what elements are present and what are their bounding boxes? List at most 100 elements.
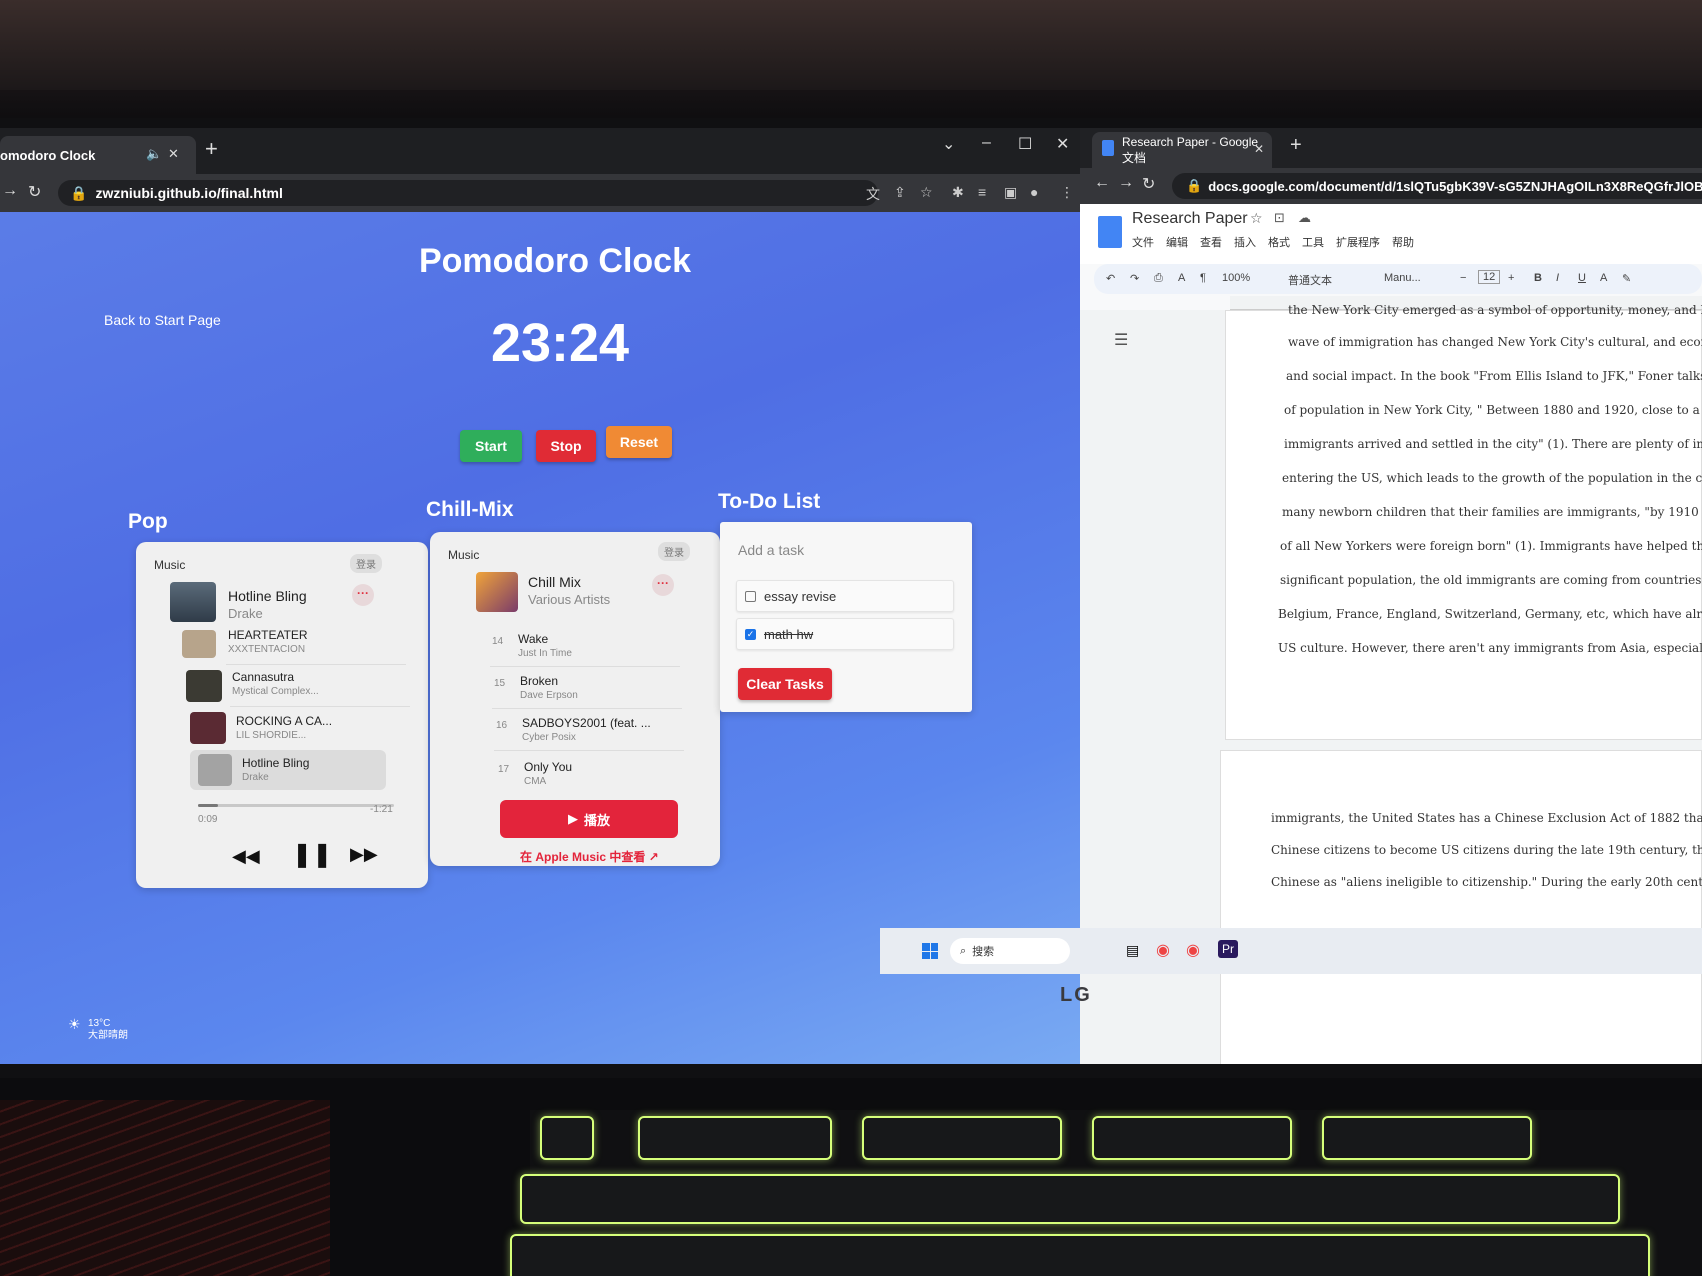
menu-view[interactable]: 查看 (1200, 234, 1222, 250)
chrome-active-icon[interactable]: ◉ (1186, 940, 1200, 960)
text-color-icon[interactable]: A (1600, 272, 1607, 284)
menu-kebab-icon[interactable]: ⋮ (1060, 184, 1074, 201)
star-icon[interactable]: ☆ (1250, 210, 1263, 227)
left-keyboard-glow (0, 1100, 330, 1276)
bookmark-star-icon[interactable]: ☆ (920, 184, 933, 201)
taskbar-search[interactable]: ⌕ 搜索 (950, 938, 1070, 964)
redo-icon[interactable]: ↷ (1130, 272, 1139, 285)
media-icon[interactable]: ≡ (978, 184, 986, 200)
sidepanel-icon[interactable]: ▣ (1004, 184, 1017, 201)
track-item[interactable]: Hotline Bling Drake (242, 756, 309, 783)
track-item[interactable]: Broken Dave Erpson (520, 674, 578, 701)
back-to-start-link[interactable]: Back to Start Page (104, 312, 221, 328)
apple-music-brand: Music (448, 548, 480, 562)
docs-logo-icon[interactable] (1098, 216, 1122, 248)
todo-item[interactable]: essay revise (736, 580, 954, 612)
task-checkbox-checked[interactable]: ✓ (745, 628, 756, 640)
minimize-icon[interactable]: – (982, 134, 991, 152)
todo-heading: To-Do List (718, 490, 821, 513)
highlight-icon[interactable]: ✎ (1622, 272, 1631, 285)
new-tab-icon[interactable]: + (1290, 134, 1302, 157)
now-playing-artist: Drake (228, 606, 263, 621)
menu-edit[interactable]: 编辑 (1166, 234, 1188, 250)
close-tab-icon[interactable]: ✕ (168, 146, 179, 162)
menu-file[interactable]: 文件 (1132, 234, 1154, 250)
new-tab-icon[interactable]: + (205, 136, 218, 162)
track-item[interactable]: Cannasutra Mystical Complex... (232, 670, 319, 697)
maximize-icon[interactable]: ☐ (1018, 134, 1032, 154)
italic-icon[interactable]: I (1556, 272, 1559, 284)
task-checkbox[interactable] (745, 590, 756, 602)
track-number: 17 (498, 764, 510, 775)
tab-search-icon[interactable]: ⌄ (942, 134, 955, 154)
document-page[interactable]: immigrants, the United States has a Chin… (1220, 750, 1702, 1064)
menu-help[interactable]: 帮助 (1392, 234, 1414, 250)
more-options-icon[interactable]: ··· (352, 584, 374, 606)
tab-pomodoro[interactable]: omodoro Clock 🔈 ✕ (0, 136, 196, 174)
todo-item[interactable]: ✓ math hw (736, 618, 954, 650)
pause-icon[interactable]: ❚❚ (292, 840, 332, 869)
decrease-font-icon[interactable]: − (1460, 272, 1466, 284)
share-icon[interactable]: ⇪ (894, 184, 906, 201)
back-icon[interactable]: ← (1094, 174, 1110, 192)
bold-icon[interactable]: B (1534, 272, 1542, 284)
menu-tools[interactable]: 工具 (1302, 234, 1324, 250)
print-icon[interactable]: ⎙ (1154, 272, 1163, 285)
windows-start-icon[interactable] (922, 943, 938, 959)
move-folder-icon[interactable]: ⊡ (1274, 210, 1285, 226)
track-item[interactable]: Only You CMA (524, 760, 572, 787)
increase-font-icon[interactable]: + (1508, 272, 1514, 284)
rewind-icon[interactable]: ◀◀ (232, 846, 260, 867)
play-button[interactable]: ▶ 播放 (500, 800, 678, 838)
document-page[interactable]: the New York City emerged as a symbol of… (1225, 303, 1702, 740)
url-field[interactable]: 🔒 zwzniubi.github.io/final.html (58, 180, 878, 206)
font-size-field[interactable]: 12 (1478, 270, 1501, 284)
reload-icon[interactable]: ↻ (1142, 174, 1155, 194)
chrome-icon[interactable]: ◉ (1156, 940, 1170, 960)
tab-research-paper[interactable]: Research Paper - Google 文档 ✕ (1092, 132, 1272, 168)
reset-button[interactable]: Reset (606, 426, 672, 458)
stop-button[interactable]: Stop (536, 430, 596, 462)
fast-forward-icon[interactable]: ▶▶ (350, 844, 378, 865)
docs-menubar: 文件 编辑 查看 插入 格式 工具 扩展程序 帮助 (1132, 234, 1414, 250)
track-item[interactable]: HEARTEATER XXXTENTACION (228, 628, 308, 655)
speaker-mute-icon[interactable]: 🔈 (146, 146, 162, 162)
view-in-apple-music-link[interactable]: 在 Apple Music 中查看 ↗ (520, 848, 659, 865)
undo-icon[interactable]: ↶ (1106, 272, 1115, 285)
paint-format-icon[interactable]: ¶ (1200, 272, 1206, 284)
track-item[interactable]: Wake Just In Time (518, 632, 572, 659)
outline-icon[interactable]: ☰ (1114, 330, 1128, 350)
font-select[interactable]: Manu... (1384, 272, 1421, 284)
menu-insert[interactable]: 插入 (1234, 234, 1256, 250)
start-button[interactable]: Start (460, 430, 522, 462)
add-task-input[interactable]: Add a task (738, 542, 804, 558)
forward-icon[interactable]: → (2, 182, 18, 200)
track-item[interactable]: ROCKING A CA... LIL SHORDIE... (236, 714, 332, 741)
profile-avatar-icon[interactable]: ● (1030, 184, 1038, 200)
menu-extensions[interactable]: 扩展程序 (1336, 234, 1380, 250)
weather-widget[interactable]: ☀ 13°C 大部晴朗 (68, 1017, 128, 1042)
track-number: 15 (494, 678, 506, 689)
file-explorer-icon[interactable]: ▤ (1126, 942, 1139, 959)
login-button[interactable]: 登录 (658, 542, 690, 561)
more-options-icon[interactable]: ··· (652, 574, 674, 596)
reload-icon[interactable]: ↻ (28, 182, 41, 202)
premiere-pro-icon[interactable]: Pr (1218, 940, 1238, 958)
style-select[interactable]: 普通文本 (1288, 272, 1332, 288)
document-title[interactable]: Research Paper (1132, 210, 1248, 228)
clear-tasks-button[interactable]: Clear Tasks (738, 668, 832, 700)
menu-format[interactable]: 格式 (1268, 234, 1290, 250)
spellcheck-icon[interactable]: A (1178, 272, 1185, 284)
close-tab-icon[interactable]: ✕ (1254, 142, 1264, 156)
translate-icon[interactable]: 文 (866, 184, 880, 204)
zoom-select[interactable]: 100% (1222, 272, 1250, 284)
doc-line: Chinese as "aliens ineligible to citizen… (1271, 875, 1702, 889)
progress-track[interactable] (198, 804, 394, 807)
underline-icon[interactable]: U (1578, 272, 1586, 284)
close-window-icon[interactable]: ✕ (1056, 134, 1069, 154)
forward-icon[interactable]: → (1118, 174, 1134, 192)
login-button[interactable]: 登录 (350, 554, 382, 573)
url-field[interactable]: 🔒 docs.google.com/document/d/1slQTu5gbK39… (1172, 173, 1702, 199)
track-item[interactable]: SADBOYS2001 (feat. ... Cyber Posix (522, 716, 651, 743)
extensions-icon[interactable]: ✱ (952, 184, 964, 201)
